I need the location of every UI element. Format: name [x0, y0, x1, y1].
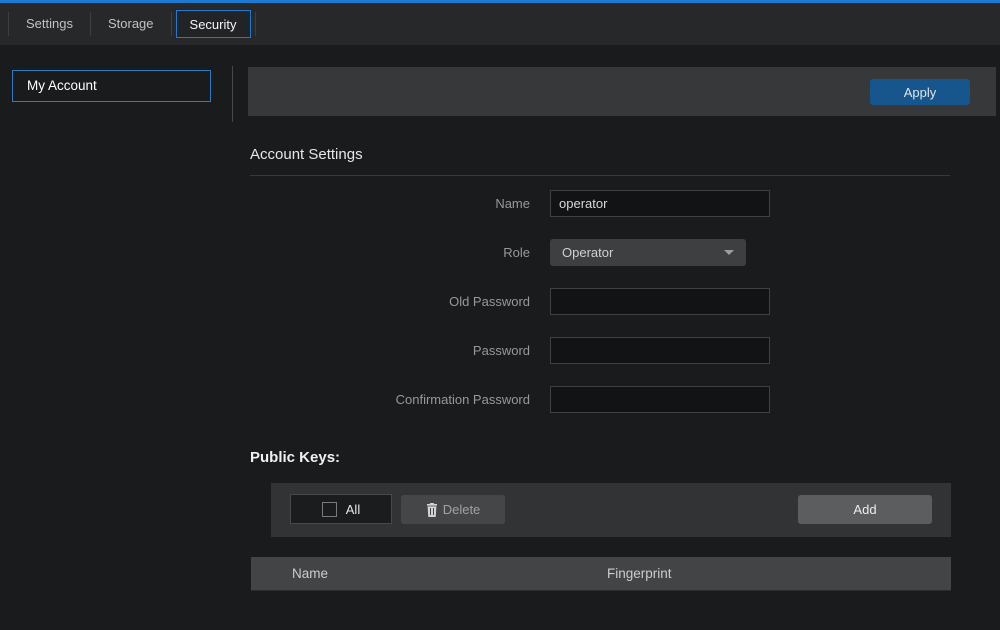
delete-label: Delete [443, 502, 481, 517]
tab-storage[interactable]: Storage [91, 10, 171, 38]
form-row-name: Name [250, 190, 770, 217]
select-all-label: All [346, 502, 360, 517]
name-field[interactable] [550, 190, 770, 217]
role-select[interactable]: Operator [550, 239, 746, 266]
page-title: Account Settings [250, 146, 363, 163]
role-select-value: Operator [562, 245, 613, 260]
old-password-field[interactable] [550, 288, 770, 315]
name-label: Name [250, 190, 530, 217]
section-divider [250, 175, 950, 176]
chevron-down-icon [724, 250, 734, 255]
column-header-name: Name [251, 557, 607, 590]
apply-button[interactable]: Apply [870, 79, 970, 105]
role-label: Role [250, 239, 530, 266]
select-all-button[interactable]: All [290, 494, 392, 524]
password-label: Password [250, 337, 530, 364]
confirmation-password-field[interactable] [550, 386, 770, 413]
keys-table-header: Name Fingerprint [251, 557, 951, 591]
tab-separator [171, 12, 172, 36]
confirmation-password-label: Confirmation Password [250, 386, 530, 413]
form-row-old-password: Old Password [250, 288, 770, 315]
old-password-label: Old Password [250, 288, 530, 315]
public-keys-title: Public Keys: [250, 449, 340, 466]
password-field[interactable] [550, 337, 770, 364]
add-button[interactable]: Add [798, 495, 932, 524]
select-all-checkbox[interactable] [322, 502, 337, 517]
sidebar-item-my-account[interactable]: My Account [12, 70, 211, 102]
tab-separator [255, 12, 256, 36]
form-row-confirmation-password: Confirmation Password [250, 386, 770, 413]
trash-icon [426, 503, 438, 517]
tab-bar: Settings Storage Security [0, 3, 1000, 45]
column-header-fingerprint: Fingerprint [607, 557, 672, 590]
tab-security[interactable]: Security [176, 10, 251, 38]
delete-button[interactable]: Delete [401, 495, 505, 524]
form-row-role: Role Operator [250, 239, 770, 266]
tab-settings[interactable]: Settings [9, 10, 90, 38]
public-keys-toolbar: All Delete Add [271, 483, 951, 537]
apply-toolbar: Apply [248, 67, 996, 116]
sidebar-divider [232, 66, 233, 122]
form-row-password: Password [250, 337, 770, 364]
